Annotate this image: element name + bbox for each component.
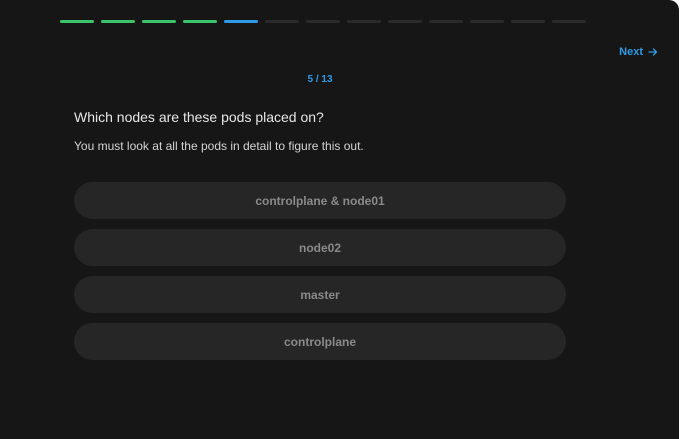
- answer-option[interactable]: controlplane & node01: [74, 182, 566, 219]
- answer-option[interactable]: node02: [74, 229, 566, 266]
- next-label: Next: [619, 46, 643, 58]
- arrow-right-icon: [648, 47, 658, 57]
- progress-segment: [60, 20, 94, 23]
- question-hint: You must look at all the pods in detail …: [74, 139, 364, 153]
- progress-segment: [101, 20, 135, 23]
- progress-segment: [388, 20, 422, 23]
- progress-segment: [265, 20, 299, 23]
- progress-segment: [511, 20, 545, 23]
- answer-option[interactable]: master: [74, 276, 566, 313]
- progress-segment: [224, 20, 258, 23]
- question-text: Which nodes are these pods placed on?: [74, 109, 324, 125]
- answer-option[interactable]: controlplane: [74, 323, 566, 360]
- progress-segment: [183, 20, 217, 23]
- progress-segment: [142, 20, 176, 23]
- progress-segment: [429, 20, 463, 23]
- answer-options: controlplane & node01 node02 master cont…: [74, 182, 566, 360]
- progress-segment: [347, 20, 381, 23]
- progress-segment: [470, 20, 504, 23]
- next-button[interactable]: Next: [619, 46, 658, 58]
- question-counter: 5 / 13: [307, 74, 333, 85]
- quiz-panel: Next 5 / 13 Which nodes are these pods p…: [0, 0, 679, 439]
- progress-segment: [552, 20, 586, 23]
- progress-bar: [60, 20, 586, 23]
- progress-segment: [306, 20, 340, 23]
